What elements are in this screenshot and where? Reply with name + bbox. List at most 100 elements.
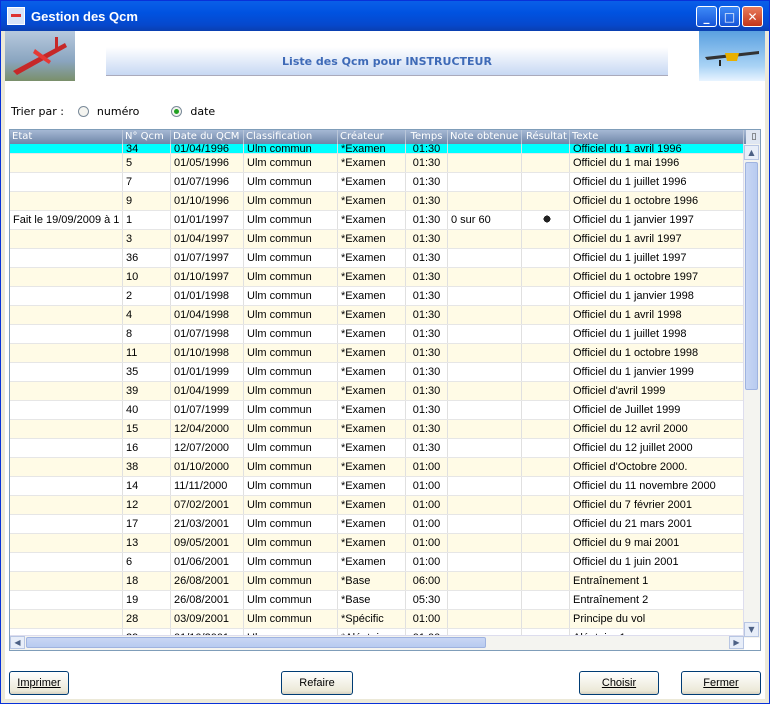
cell-resultat bbox=[522, 610, 570, 628]
table-row[interactable]: 18 26/08/2001 Ulm commun *Base 06:00 Entraîne… bbox=[10, 572, 744, 591]
col-etat[interactable]: Etat bbox=[10, 130, 123, 144]
close-window-button[interactable]: Fermer bbox=[681, 671, 761, 695]
cell-etat bbox=[10, 230, 123, 248]
choose-button[interactable]: Choisir bbox=[579, 671, 659, 695]
table-row[interactable]: 6 01/06/2001 Ulm commun *Examen 01:00 Officie… bbox=[10, 553, 744, 572]
col-note[interactable]: Note obtenue bbox=[448, 130, 522, 144]
cell-date: 01/01/1998 bbox=[171, 287, 244, 305]
table-row[interactable]: 17 21/03/2001 Ulm commun *Examen 01:00 Offici… bbox=[10, 515, 744, 534]
close-button[interactable]: ✕ bbox=[742, 6, 763, 27]
table-row[interactable]: 36 01/07/1997 Ulm commun *Examen 01:30 Offici… bbox=[10, 249, 744, 268]
table-row[interactable]: 38 01/10/2000 Ulm commun *Examen 01:00 Offici… bbox=[10, 458, 744, 477]
col-date[interactable]: Date du QCM bbox=[171, 130, 244, 144]
qcm-table[interactable]: Etat N° Qcm Date du QCM Classification C… bbox=[9, 129, 761, 651]
cell-num: 11 bbox=[123, 344, 171, 362]
table-row[interactable]: 16 12/07/2000 Ulm commun *Examen 01:30 Offici… bbox=[10, 439, 744, 458]
cell-classif: Ulm commun bbox=[244, 363, 338, 381]
table-row[interactable]: 3 01/04/1997 Ulm commun *Examen 01:30 Officie… bbox=[10, 230, 744, 249]
cell-note bbox=[448, 382, 522, 400]
cell-resultat bbox=[522, 173, 570, 191]
cell-temps: 01:30 bbox=[406, 439, 448, 457]
scroll-down-icon[interactable]: ▼ bbox=[744, 622, 759, 637]
cell-classif: Ulm commun bbox=[244, 515, 338, 533]
table-row[interactable]: 11 01/10/1998 Ulm commun *Examen 01:30 Offici… bbox=[10, 344, 744, 363]
table-row[interactable]: 15 12/04/2000 Ulm commun *Examen 01:30 Offici… bbox=[10, 420, 744, 439]
vertical-scrollbar[interactable]: ▲ ▼ bbox=[743, 144, 760, 638]
col-num[interactable]: N° Qcm bbox=[123, 130, 171, 144]
table-header: Etat N° Qcm Date du QCM Classification C… bbox=[10, 130, 760, 144]
sort-date-label[interactable]: date bbox=[190, 105, 215, 118]
table-row[interactable]: 5 01/05/1996 Ulm commun *Examen 01:30 Officie… bbox=[10, 154, 744, 173]
table-row[interactable]: 8 01/07/1998 Ulm commun *Examen 01:30 Officie… bbox=[10, 325, 744, 344]
cell-note bbox=[448, 534, 522, 552]
cell-num: 9 bbox=[123, 192, 171, 210]
table-row[interactable]: 7 01/07/1996 Ulm commun *Examen 01:30 Officie… bbox=[10, 173, 744, 192]
table-row[interactable]: 10 01/10/1997 Ulm commun *Examen 01:30 Offici… bbox=[10, 268, 744, 287]
table-row[interactable]: 34 01/04/1996 Ulm commun *Examen 01:30 Offici… bbox=[10, 144, 744, 154]
sort-number-radio[interactable] bbox=[77, 106, 89, 117]
cell-etat bbox=[10, 515, 123, 533]
vertical-scroll-thumb[interactable] bbox=[745, 162, 758, 390]
cell-etat bbox=[10, 439, 123, 457]
table-row[interactable]: 40 01/07/1999 Ulm commun *Examen 01:30 Offici… bbox=[10, 401, 744, 420]
cell-createur: *Examen bbox=[338, 287, 406, 305]
col-classification[interactable]: Classification bbox=[244, 130, 338, 144]
cell-note bbox=[448, 173, 522, 191]
cell-date: 01/07/1998 bbox=[171, 325, 244, 343]
cell-classif: Ulm commun bbox=[244, 230, 338, 248]
cell-createur: *Examen bbox=[338, 173, 406, 191]
horizontal-scrollbar[interactable]: ◀ ▶ bbox=[10, 635, 744, 650]
cell-createur: *Examen bbox=[338, 496, 406, 514]
print-button[interactable]: Imprimer bbox=[9, 671, 69, 695]
cell-classif: Ulm commun bbox=[244, 382, 338, 400]
cell-temps: 01:30 bbox=[406, 401, 448, 419]
table-row[interactable]: 28 03/09/2001 Ulm commun *Spécific 01:00 Prin… bbox=[10, 610, 744, 629]
scroll-up-icon[interactable]: ▲ bbox=[744, 145, 759, 160]
table-row[interactable]: 35 01/01/1999 Ulm commun *Examen 01:30 Offici… bbox=[10, 363, 744, 382]
cell-classif: Ulm commun bbox=[244, 572, 338, 590]
cell-createur: *Examen bbox=[338, 515, 406, 533]
cell-resultat bbox=[522, 591, 570, 609]
cell-etat bbox=[10, 154, 123, 172]
cell-num: 40 bbox=[123, 401, 171, 419]
table-row[interactable]: 4 01/04/1998 Ulm commun *Examen 01:30 Officie… bbox=[10, 306, 744, 325]
horizontal-scroll-thumb[interactable] bbox=[26, 637, 486, 648]
table-row[interactable]: 12 07/02/2001 Ulm commun *Examen 01:00 Offici… bbox=[10, 496, 744, 515]
table-row[interactable]: 39 01/04/1999 Ulm commun *Examen 01:30 Offici… bbox=[10, 382, 744, 401]
col-resultat[interactable]: Résultat bbox=[522, 130, 570, 144]
table-row[interactable]: Fait le 19/09/2009 à 1 1 01/01/1997 Ulm com… bbox=[10, 211, 744, 230]
cell-temps: 01:00 bbox=[406, 534, 448, 552]
col-temps[interactable]: Temps bbox=[406, 130, 448, 144]
redo-button[interactable]: Refaire bbox=[281, 671, 353, 695]
cell-date: 01/04/1997 bbox=[171, 230, 244, 248]
cell-createur: *Examen bbox=[338, 268, 406, 286]
table-row[interactable]: 19 26/08/2001 Ulm commun *Base 05:30 Entraîne… bbox=[10, 591, 744, 610]
col-createur[interactable]: Créateur bbox=[338, 130, 406, 144]
cell-createur: *Examen bbox=[338, 192, 406, 210]
col-texte[interactable]: Texte bbox=[570, 130, 744, 144]
cell-note bbox=[448, 553, 522, 571]
column-chooser-icon[interactable]: ▯ bbox=[746, 130, 760, 144]
title-bar[interactable]: Gestion des Qcm _ □ ✕ bbox=[1, 1, 769, 31]
minimize-button[interactable]: _ bbox=[696, 6, 717, 27]
cell-temps: 01:00 bbox=[406, 515, 448, 533]
cell-note bbox=[448, 249, 522, 267]
cell-resultat bbox=[522, 363, 570, 381]
sort-bar: Trier par : numéro date bbox=[11, 105, 215, 118]
cell-texte: Officiel du 1 mai 1996 bbox=[570, 154, 744, 172]
scroll-right-icon[interactable]: ▶ bbox=[729, 636, 744, 649]
table-row[interactable]: 13 09/05/2001 Ulm commun *Examen 01:00 Offici… bbox=[10, 534, 744, 553]
cell-texte: Officiel du 11 novembre 2000 bbox=[570, 477, 744, 495]
cell-date: 12/04/2000 bbox=[171, 420, 244, 438]
cell-note bbox=[448, 477, 522, 495]
sort-date-radio[interactable] bbox=[171, 106, 183, 117]
cell-etat bbox=[10, 192, 123, 210]
table-row[interactable]: 2 01/01/1998 Ulm commun *Examen 01:30 Officie… bbox=[10, 287, 744, 306]
scroll-left-icon[interactable]: ◀ bbox=[10, 636, 25, 649]
table-row[interactable]: 9 01/10/1996 Ulm commun *Examen 01:30 Officie… bbox=[10, 192, 744, 211]
maximize-button[interactable]: □ bbox=[719, 6, 740, 27]
cell-texte: Officiel du 1 janvier 1998 bbox=[570, 287, 744, 305]
sort-number-label[interactable]: numéro bbox=[97, 105, 139, 118]
table-row[interactable]: 14 11/11/2000 Ulm commun *Examen 01:00 Offici… bbox=[10, 477, 744, 496]
cell-num: 10 bbox=[123, 268, 171, 286]
